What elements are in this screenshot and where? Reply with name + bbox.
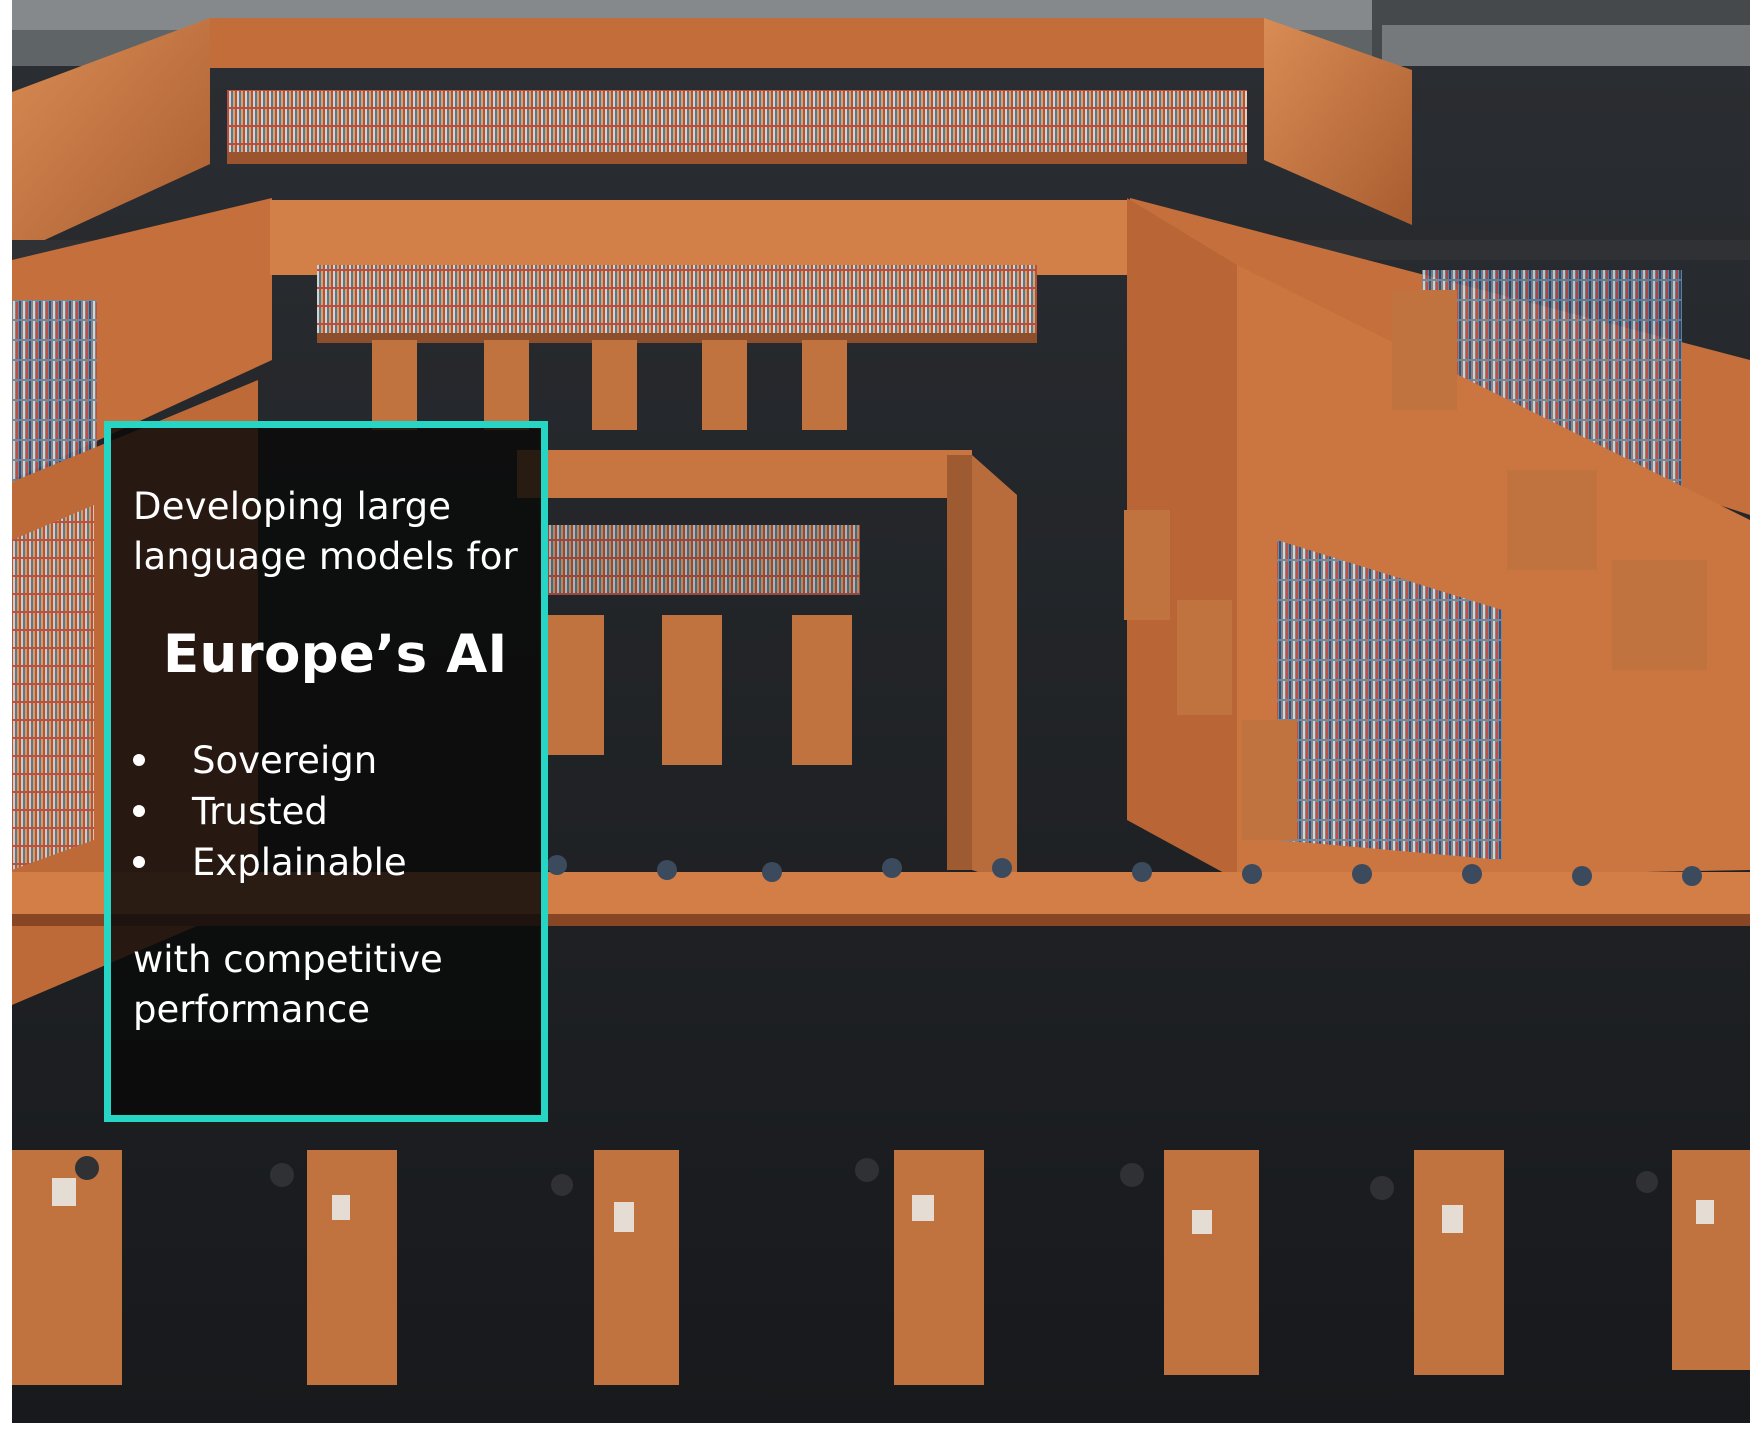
bullet-label: Trusted xyxy=(192,790,328,833)
intro-line-2: language models for xyxy=(133,535,518,578)
outro-line-1: with competitive xyxy=(133,938,443,981)
headline-text: Europe’s AI xyxy=(163,624,508,685)
bullet-item-sovereign: Sovereign xyxy=(133,735,527,786)
intro-text: Developing large language models for xyxy=(133,482,527,582)
bullet-dot-icon xyxy=(133,855,145,868)
bullet-label: Sovereign xyxy=(192,739,378,782)
bullet-dot-icon xyxy=(133,753,145,766)
outro-text: with competitive performance xyxy=(133,935,527,1035)
bullet-dot-icon xyxy=(133,804,145,817)
outro-line-2: performance xyxy=(133,988,370,1031)
feature-bullet-list: Sovereign Trusted Explainable xyxy=(133,735,527,888)
bullet-item-explainable: Explainable xyxy=(133,837,527,888)
bullet-label: Explainable xyxy=(192,841,407,884)
bullet-item-trusted: Trusted xyxy=(133,786,527,837)
intro-line-1: Developing large xyxy=(133,485,452,528)
promo-callout-box: Developing large language models for Eur… xyxy=(104,421,548,1122)
library-photo: Developing large language models for Eur… xyxy=(12,0,1750,1423)
